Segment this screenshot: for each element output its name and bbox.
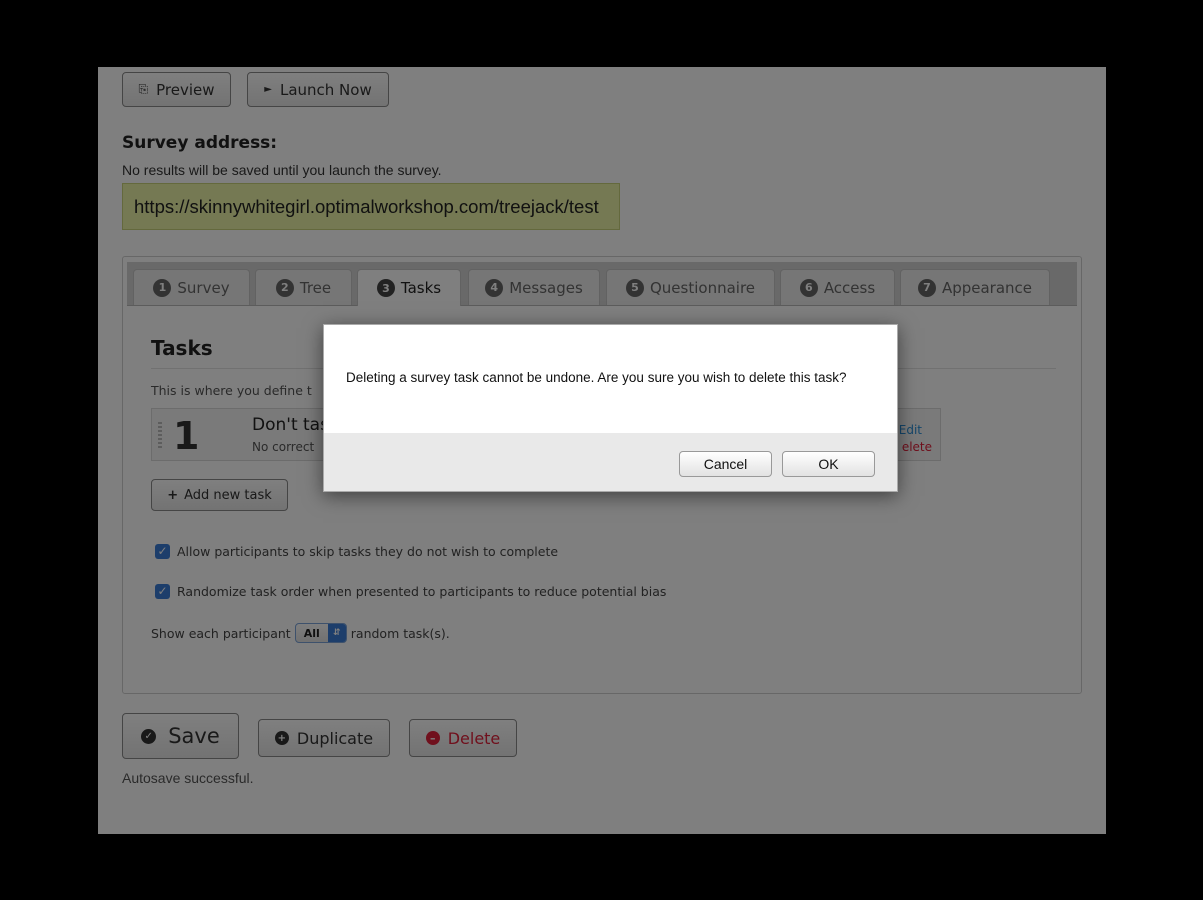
cancel-button[interactable]: Cancel (679, 451, 772, 477)
ok-button[interactable]: OK (782, 451, 875, 477)
dialog-message: Deleting a survey task cannot be undone.… (346, 370, 847, 385)
confirm-dialog: Deleting a survey task cannot be undone.… (323, 324, 898, 492)
